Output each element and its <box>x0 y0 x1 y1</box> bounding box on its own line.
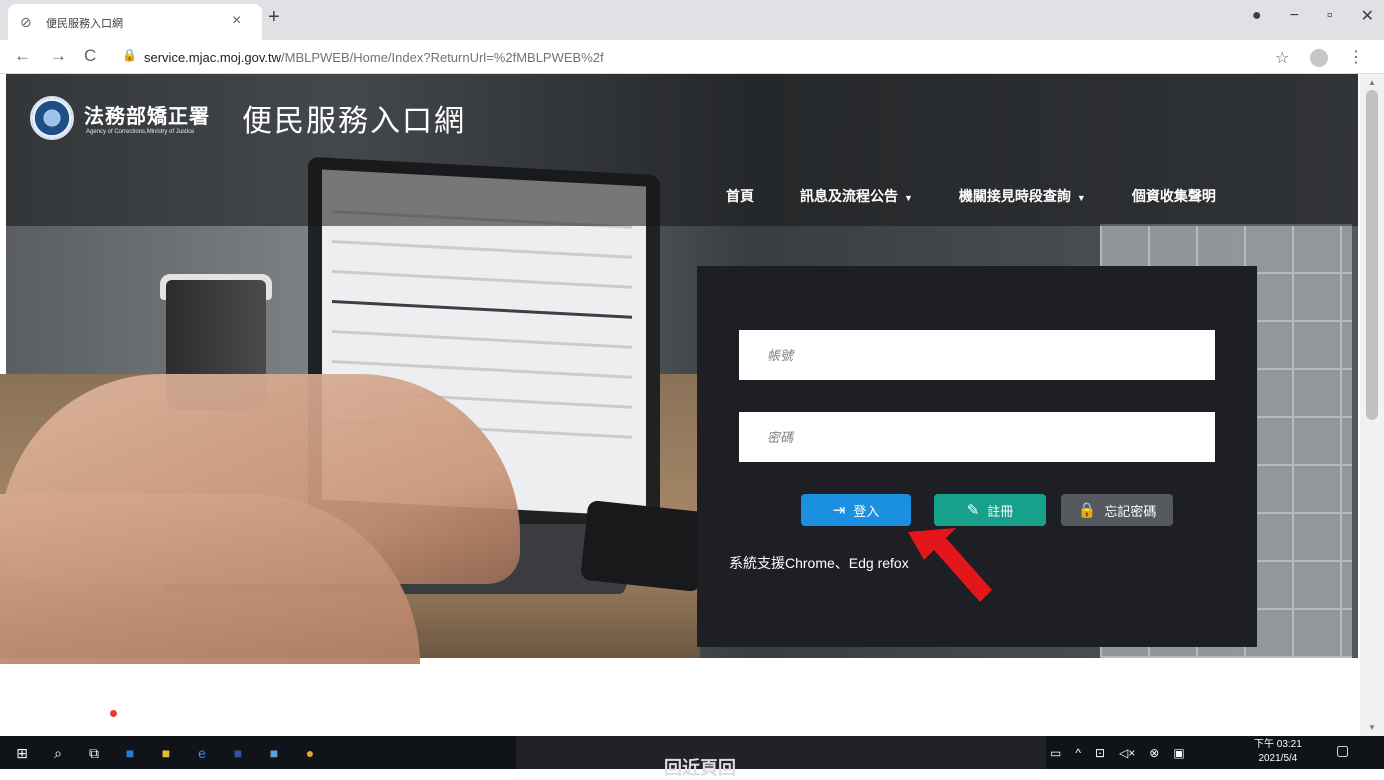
nav-privacy-label: 個資收集聲明 <box>1131 188 1216 204</box>
close-window-icon[interactable]: ✕ <box>1361 6 1374 26</box>
windows-start-icon[interactable]: ⊞ <box>10 742 34 764</box>
window-controls: ● − ▫ ✕ <box>1252 6 1374 26</box>
search-icon[interactable]: ⌕ <box>46 742 70 764</box>
nav-announcements[interactable]: 訊息及流程公告 ▼ <box>800 186 913 206</box>
globe-icon: ⊘ <box>20 14 32 30</box>
restore-icon[interactable]: ▫ <box>1327 7 1333 25</box>
chrome-icon[interactable]: ● <box>298 742 322 764</box>
task-view-icon[interactable]: ⧉ <box>82 742 106 764</box>
new-tab-icon[interactable]: + <box>268 6 280 29</box>
taskbar-preview-text: 回近頁回 <box>664 758 736 778</box>
keyboard-icon[interactable]: ▣ <box>1173 746 1184 760</box>
profile-avatar[interactable] <box>1310 49 1328 67</box>
lock-icon: 🔒 <box>122 48 137 62</box>
close-tab-icon[interactable]: × <box>232 12 241 30</box>
caret-down-icon: ▼ <box>1076 193 1086 203</box>
caret-down-icon: ▼ <box>904 193 913 203</box>
hero-phone <box>580 499 708 593</box>
url-host: service.mjac.moj.gov.tw <box>144 50 282 65</box>
nav-privacy[interactable]: 個資收集聲明 <box>1132 186 1216 206</box>
tab-title: 便民服務入口網 <box>46 18 123 30</box>
nav-visit-schedule[interactable]: 機關接見時段查詢 ▼ <box>959 186 1086 206</box>
scrollbar-thumb[interactable] <box>1366 90 1378 420</box>
url-path: /MBLPWEB/Home/Index?ReturnUrl=%2fMBLPWEB… <box>281 50 604 65</box>
page-content: 法務部矯正署 Agency of Corrections,Ministry of… <box>0 74 1384 736</box>
taskbar-clock[interactable]: 下午 03:21 2021/5/4 <box>1254 738 1302 766</box>
photos-icon[interactable]: ■ <box>262 742 286 764</box>
settings-icon[interactable]: ⊗ <box>1149 746 1159 760</box>
volume-icon[interactable]: ◁× <box>1119 746 1135 760</box>
reload-icon[interactable]: C <box>84 46 96 66</box>
page-scrollbar[interactable]: ▲ ▼ <box>1360 74 1384 736</box>
password-field-wrap <box>739 412 1215 462</box>
taskbar-preview-area: 回近頁回 <box>516 736 1046 778</box>
minimize-icon[interactable]: − <box>1290 7 1299 25</box>
nav-visit-schedule-label: 機關接見時段查詢 <box>958 188 1071 204</box>
org-name: 法務部矯正署 <box>84 106 210 128</box>
account-field-wrap <box>739 330 1215 380</box>
forward-icon[interactable]: → <box>50 46 67 66</box>
browser-tab-bar: ⊘ 便民服務入口網 × + ● − ▫ ✕ <box>0 0 1384 40</box>
forgot-password-button[interactable]: 🔒 忘記密碼 <box>1061 494 1173 526</box>
outlook-icon[interactable]: ■ <box>118 742 142 764</box>
menu-icon[interactable]: ⋮ <box>1348 47 1364 67</box>
portal-title: 便民服務入口網 <box>242 105 466 138</box>
clock-date: 2021/5/4 <box>1258 753 1298 764</box>
bookmark-star-icon[interactable]: ☆ <box>1275 48 1289 68</box>
nav-home-label: 首頁 <box>726 188 754 204</box>
edge-icon[interactable]: e <box>190 742 214 764</box>
login-button-label: 登入 <box>853 503 880 519</box>
url-input[interactable]: 🔒 service.mjac.moj.gov.tw/MBLPWEB/Home/I… <box>118 44 1258 70</box>
file-explorer-icon[interactable]: ■ <box>154 742 178 764</box>
browser-tab[interactable]: ⊘ 便民服務入口網 × <box>8 4 262 40</box>
main-nav: 首頁 訊息及流程公告 ▼ 機關接見時段查詢 ▼ 個資收集聲明 <box>726 186 1262 206</box>
address-bar-row: ← → C 🔒 service.mjac.moj.gov.tw/MBLPWEB/… <box>0 40 1384 74</box>
forgot-button-label: 忘記密碼 <box>1104 503 1157 519</box>
clock-time: 下午 03:21 <box>1254 739 1302 750</box>
input-method-icon[interactable]: ▭ <box>1050 746 1061 760</box>
notification-icon[interactable]: ▢ <box>1336 742 1349 759</box>
carousel-dot[interactable] <box>110 710 117 717</box>
system-tray: ▭ ^ ⊡ ◁× ⊗ ▣ <box>1050 736 1185 769</box>
scroll-up-icon[interactable]: ▲ <box>1368 78 1376 87</box>
account-input[interactable] <box>739 330 1215 380</box>
tray-expand-icon[interactable]: ^ <box>1075 746 1081 760</box>
nav-announcements-label: 訊息及流程公告 <box>800 188 898 204</box>
record-icon[interactable]: ● <box>1252 7 1262 25</box>
back-icon[interactable]: ← <box>14 46 31 66</box>
network-icon[interactable]: ⊡ <box>1095 746 1105 760</box>
password-input[interactable] <box>739 412 1215 462</box>
nav-home[interactable]: 首頁 <box>726 186 754 206</box>
scroll-down-icon[interactable]: ▼ <box>1368 723 1376 732</box>
red-pointer-arrow-icon <box>908 528 992 602</box>
word-icon[interactable]: ■ <box>226 742 250 764</box>
login-icon: ⇥ <box>832 502 846 519</box>
lock-icon: 🔒 <box>1077 502 1097 519</box>
agency-seal-logo[interactable] <box>30 96 74 140</box>
org-name-en: Agency of Corrections,Ministry of Justic… <box>86 129 195 135</box>
